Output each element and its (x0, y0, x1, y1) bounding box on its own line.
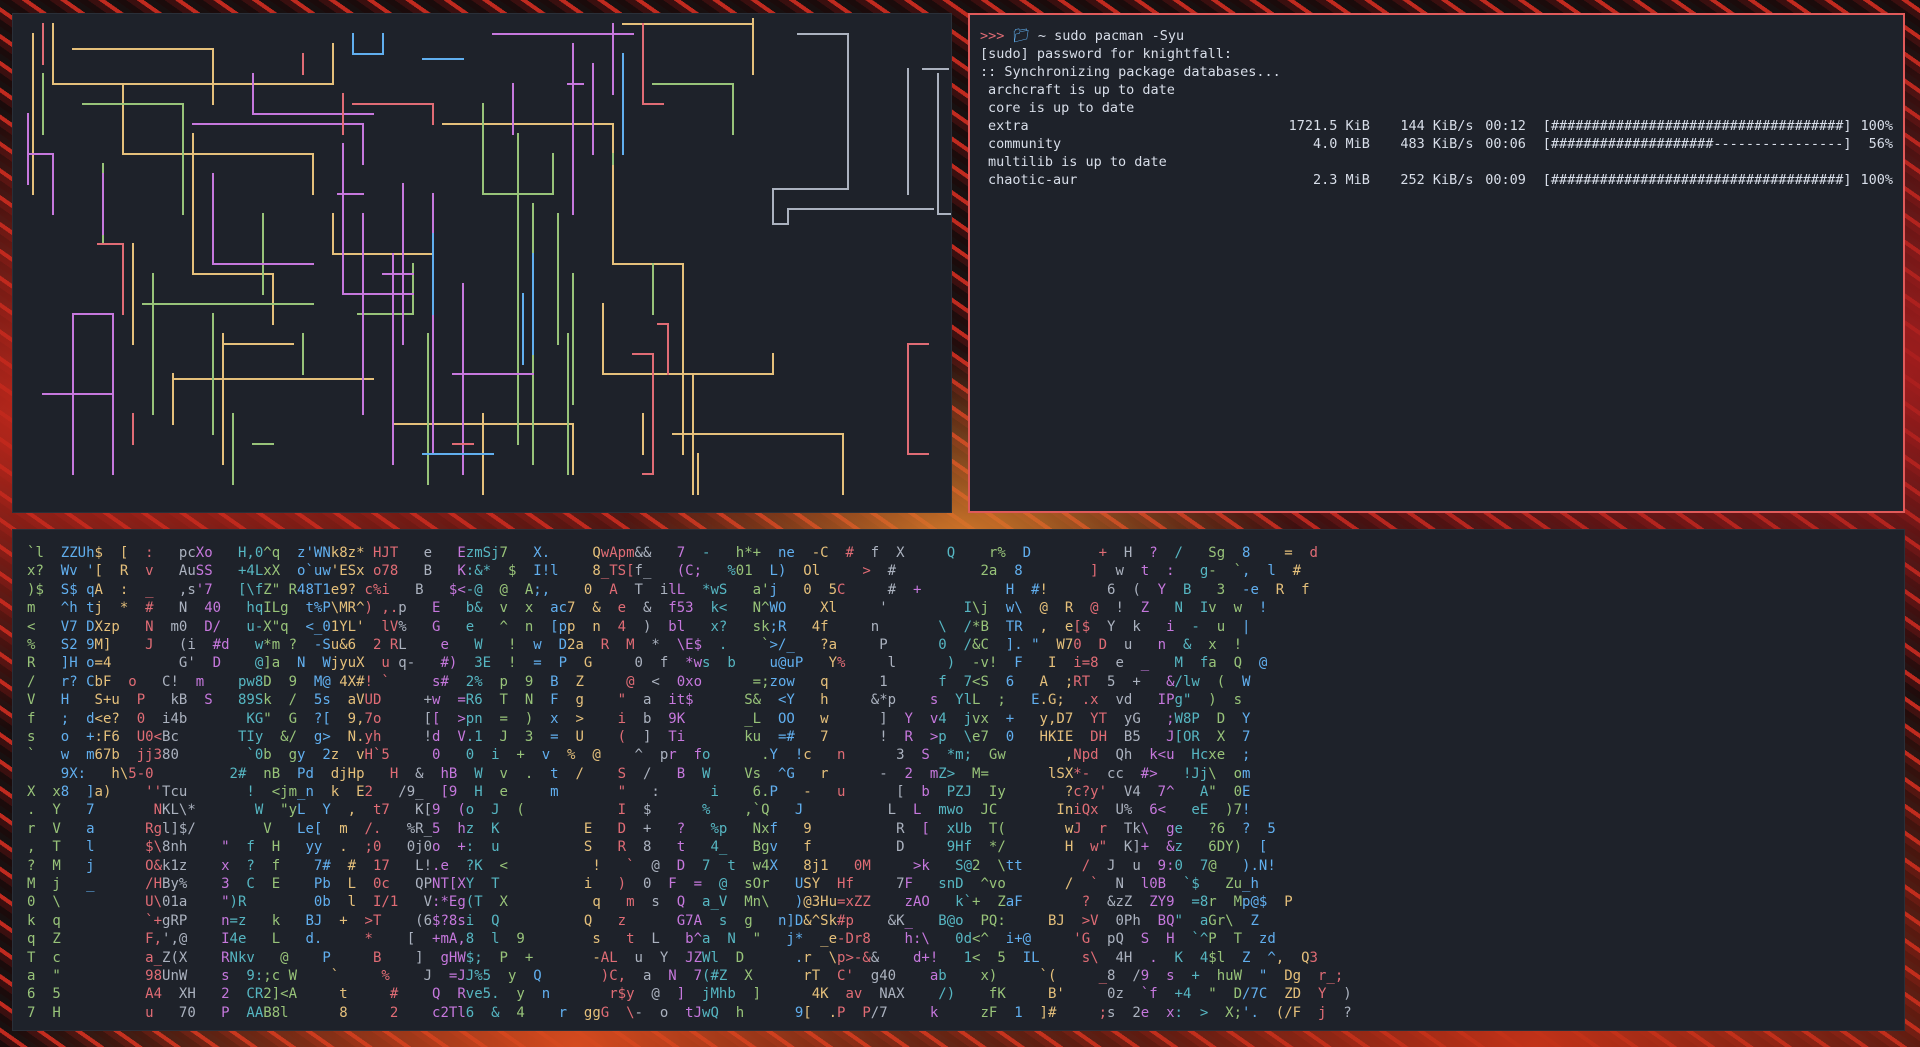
matrix-line: m ^h tj * # N 40 hqILg t%P\MR^) ,.p E b&… (27, 600, 1268, 617)
package-db-row: chaotic-aur 2.3 MiB 252 KiB/s 00:09 [#######… (980, 171, 1893, 189)
matrix-rain: `l ZZUh$ [ : pcXo H,0^q z'WNk8z* HJT e E… (27, 544, 1904, 1030)
package-db-rate: 144 KiB/s (1400, 118, 1474, 134)
matrix-line: `l ZZUh$ [ : pcXo H,0^q z'WNk8z* HJT e E… (27, 545, 1318, 561)
package-db-time: 00:06 (1485, 136, 1526, 152)
matrix-line: T c a_Z(X RNkv @ P B ] gHW$; P + -AL u Y… (27, 949, 1318, 966)
package-db-row: community 4.0 MiB 483 KiB/s 00:06 [#########… (980, 135, 1893, 153)
package-db-progress-bar (1526, 81, 1852, 99)
pipes-terminal-window[interactable] (12, 13, 952, 513)
pacman-terminal-window[interactable]: >>> 📁︎ ~ sudo pacman -Syu [sudo] passwor… (968, 13, 1905, 513)
package-db-progress-bar (1526, 99, 1852, 117)
package-db-progress-bar: [####################################] (1542, 172, 1852, 188)
package-db-rate (1370, 99, 1474, 117)
password-line: [sudo] password for knightfall: (980, 46, 1232, 62)
matrix-line: 6 5 A4 XH 2 CR2]<A t # Q Rve5. y n r$y @… (27, 986, 1352, 1003)
matrix-line: k q `+gRP n=z k BJ + >T (6$?8si Q Q z G7… (27, 912, 1259, 929)
prompt-line: >>> 📁︎ ~ sudo pacman -Syu (980, 27, 1893, 45)
package-db-name: multilib is up to date (988, 154, 1167, 170)
package-db-size: 1721.5 KiB (1288, 118, 1370, 134)
matrix-line: / r? CbF o C! m pw8D 9 M@ 4X#! ` s# 2% p… (27, 673, 1251, 690)
package-db-list: archcraft is up to date core is up to dat… (980, 81, 1893, 189)
matrix-line: V H S+u P kB S 89Sk / 5s aVUD +w =R6 T N… (27, 692, 1242, 709)
matrix-line: 0 \ U\01a ")R 0b l I/1 V:*Eg(T X q m s Q… (27, 894, 1293, 911)
matrix-line: 9X: h\5-0 2# nB Pd djHp H & hB W v . t /… (60, 765, 1251, 782)
package-db-rate (1370, 81, 1474, 99)
matrix-line: , T l $\8nh " f H yy . ;0 0j0o +: u S R … (27, 839, 1268, 856)
package-db-time (1474, 153, 1526, 171)
package-db-name: chaotic-aur (988, 172, 1078, 188)
matrix-line: a " 98UnW s 9:;c W ` % J =JJ%5 y Q )C, a… (27, 967, 1344, 984)
package-db-rate (1370, 153, 1474, 171)
package-db-percent (1852, 81, 1893, 99)
package-db-size (1284, 153, 1370, 171)
package-db-time: 00:09 (1485, 172, 1526, 188)
package-db-row: extra 1721.5 KiB 144 KiB/s 00:12 [##########… (980, 117, 1893, 135)
matrix-line: % S2 9M] J (i #d w*m ? -Su&6 2 RL e W ! … (27, 636, 1242, 653)
package-db-row: core is up to date (980, 99, 1893, 117)
package-db-name: extra (988, 118, 1029, 134)
package-db-progress-bar (1526, 153, 1852, 171)
package-db-row: archcraft is up to date (980, 81, 1893, 99)
package-db-name: community (988, 136, 1062, 152)
package-db-percent (1852, 153, 1893, 171)
matrix-line: s o +:F6 U0<Bc TIy &/ g> N.yh !d V.1 J 3… (27, 728, 1251, 745)
package-db-name: archcraft is up to date (988, 82, 1175, 98)
package-db-percent: 56% (1868, 136, 1894, 152)
prompt-arrows: >>> (980, 28, 1005, 44)
package-db-time: 00:12 (1485, 118, 1526, 134)
package-db-size: 4.0 MiB (1313, 136, 1370, 152)
package-db-name: core is up to date (988, 100, 1135, 116)
matrix-line: ` w m67b jj380 `0b gy 2z vH`5 0 0 i + v … (27, 747, 1251, 764)
package-db-rate: 483 KiB/s (1400, 136, 1474, 152)
matrix-terminal-window[interactable]: `l ZZUh$ [ : pcXo H,0^q z'WNk8z* HJT e E… (12, 529, 1905, 1031)
matrix-line: < V7 DXzp N m0 D/ u-X"q <_01YL' lV% G e … (27, 618, 1251, 635)
matrix-line: r V a Rgl]$/ V Le[ m /. %R_5 hz K E D + … (27, 820, 1276, 837)
matrix-line: )$ S$ qA : _ ,s'7 [\fZ" R48T1e9? c%i B $… (27, 581, 1310, 598)
package-db-size: 2.3 MiB (1313, 172, 1370, 188)
package-db-progress-bar: [####################################] (1542, 118, 1852, 134)
folder-icon: 📁︎ (1012, 28, 1030, 44)
package-db-size (1284, 81, 1370, 99)
package-db-time (1474, 99, 1526, 117)
package-db-percent: 100% (1860, 172, 1894, 188)
matrix-line: ? M j O&k1z x ? f 7# # 17 L!.e ?K < ! ` … (27, 857, 1276, 874)
package-db-size (1284, 99, 1370, 117)
prompt-dir: ~ (1037, 28, 1046, 44)
package-db-percent: 100% (1860, 118, 1894, 134)
matrix-line: 7 H u 70 P AAB8l 8 2 c2Tl6 & 4 r ggG \- … (27, 1004, 1352, 1021)
command-text: sudo pacman -Syu (1054, 28, 1185, 44)
sync-line: :: Synchronizing package databases... (980, 64, 1281, 80)
matrix-line: . Y 7 NKL\* W "yL Y , t7 K[9 (o J ( I $ … (27, 802, 1251, 819)
matrix-line: R ]H o=4 G' D @]a N WjyuX u q- #) 3E ! =… (27, 655, 1268, 672)
matrix-line: x? Wv '[ R v AuSS +4LxX o`uw'ESx o78 B K… (27, 563, 1302, 580)
pipes-animation (27, 18, 951, 495)
package-db-progress-bar: [####################----------------] (1542, 136, 1852, 152)
package-db-percent (1852, 99, 1893, 117)
matrix-line: M j _ /HBy% 3 C E Pb L 0c QPNT[XY T i ) … (27, 876, 1259, 893)
matrix-line: f ; d<e? 0 i4b KG" G ?[ 9,7o [[ >pn = ) … (27, 710, 1251, 727)
matrix-line: q Z F,',@ I4e L d. * [ +mA,8 l 9 s t L b… (27, 931, 1276, 948)
package-db-rate: 252 KiB/s (1400, 172, 1474, 188)
package-db-time (1474, 81, 1526, 99)
matrix-line: X x8 ]a) ''Tcu ! <jm_n k E2 /9_ [9 H e m… (27, 784, 1251, 801)
package-db-row: multilib is up to date (980, 153, 1893, 171)
